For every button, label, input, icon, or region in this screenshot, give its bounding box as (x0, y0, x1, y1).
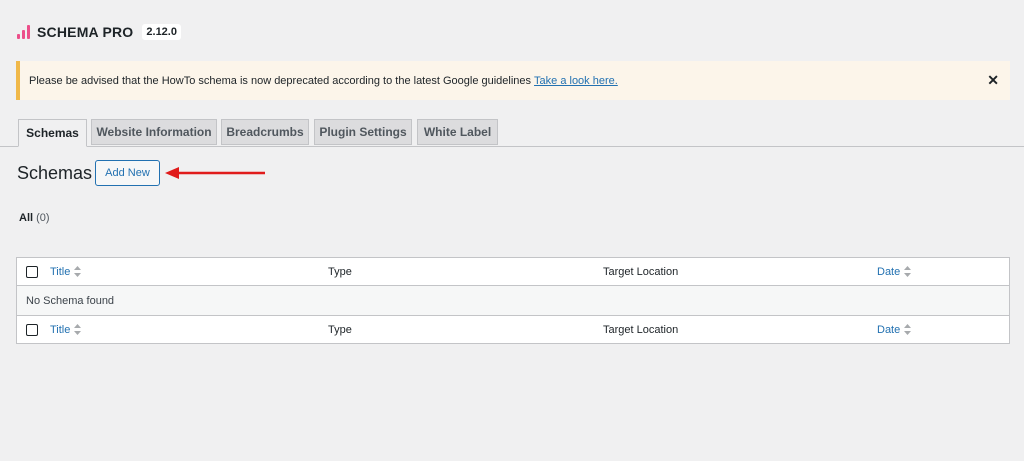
status-filter: All (0) (19, 212, 50, 224)
tab-breadcrumbs[interactable]: Breadcrumbs (221, 119, 309, 145)
tab-plugin-settings[interactable]: Plugin Settings (314, 119, 412, 145)
table-footer-row: Title Type Target Location Date (17, 315, 1009, 343)
date-column-header[interactable]: Date (877, 258, 912, 285)
deprecation-notice: Please be advised that the HowTo schema … (16, 61, 1010, 100)
title-column-header[interactable]: Title (50, 258, 82, 285)
select-all-checkbox-footer[interactable] (26, 323, 38, 336)
sort-arrows-icon (904, 324, 912, 335)
date-sort-link[interactable]: Date (877, 266, 900, 278)
notice-link[interactable]: Take a look here. (534, 75, 618, 87)
version-badge: 2.12.0 (142, 24, 181, 40)
add-new-button[interactable]: Add New (95, 160, 160, 186)
date-sort-link-footer[interactable]: Date (877, 324, 900, 336)
sort-arrows-icon (74, 324, 82, 335)
title-column-footer[interactable]: Title (50, 316, 82, 343)
title-sort-link[interactable]: Title (50, 266, 70, 278)
date-column-footer[interactable]: Date (877, 316, 912, 343)
schema-pro-logo-icon (17, 25, 32, 39)
select-all-checkbox[interactable] (26, 265, 38, 278)
filter-count: (0) (36, 212, 50, 224)
target-location-column-footer: Target Location (603, 323, 679, 336)
table-header-row: Title Type Target Location Date (17, 258, 1009, 286)
page-title: Schemas (17, 163, 93, 183)
tab-white-label[interactable]: White Label (417, 119, 498, 145)
filter-all-link[interactable]: All (19, 212, 33, 224)
type-column-footer: Type (328, 323, 352, 336)
sort-arrows-icon (904, 266, 912, 277)
schemas-table: Title Type Target Location Date No Schem… (16, 257, 1010, 344)
tab-bar: Schemas Website Information Breadcrumbs … (0, 119, 1024, 147)
brand-name: SCHEMA PRO (37, 24, 134, 40)
notice-text: Please be advised that the HowTo schema … (29, 74, 532, 87)
annotation-arrow-icon (165, 167, 265, 179)
table-row: No Schema found (17, 286, 1009, 315)
title-sort-link-footer[interactable]: Title (50, 324, 70, 336)
type-column-header: Type (328, 265, 352, 278)
brand-header: SCHEMA PRO 2.12.0 (17, 22, 181, 42)
empty-message: No Schema found (26, 294, 115, 307)
tab-schemas[interactable]: Schemas (18, 119, 87, 147)
schema-pro-page: SCHEMA PRO 2.12.0 Please be advised that… (0, 0, 1024, 461)
select-all-cell (26, 316, 38, 343)
sort-arrows-icon (74, 266, 82, 277)
target-location-column-header: Target Location (603, 265, 679, 278)
select-all-cell (26, 258, 38, 285)
close-icon[interactable]: ✕ (987, 73, 999, 87)
tab-website-information[interactable]: Website Information (91, 119, 217, 145)
